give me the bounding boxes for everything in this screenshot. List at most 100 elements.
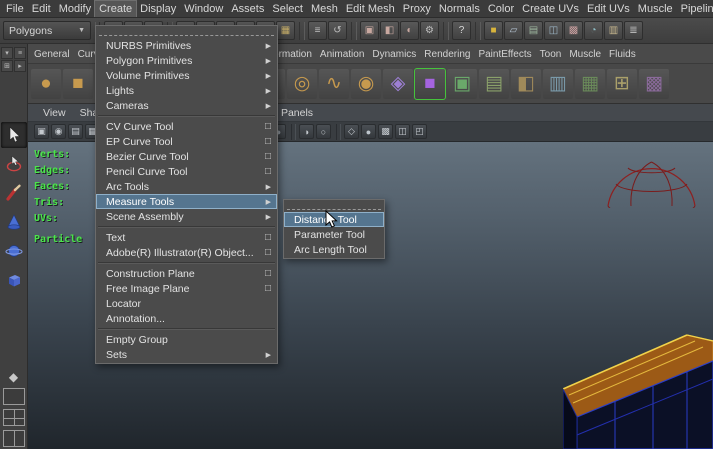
shelf-tab-toon[interactable]: Toon <box>536 46 566 63</box>
lock-icon[interactable]: ■ <box>484 21 503 40</box>
sliders-icon[interactable]: ≣ <box>624 21 643 40</box>
select-camera-icon[interactable]: ▣ <box>34 124 49 139</box>
menu-item-cv-curve-tool[interactable]: CV Curve Tool □ <box>96 119 277 134</box>
ambient-occlusion-icon[interactable]: ○ <box>316 124 331 139</box>
poly-combine-icon[interactable]: ▦ <box>575 68 605 99</box>
menubar-item-display[interactable]: Display <box>136 1 180 17</box>
render-settings-icon[interactable]: ⚙ <box>420 21 439 40</box>
menu-item-empty-group[interactable]: Empty Group <box>96 332 277 347</box>
menu-item-ep-curve-tool[interactable]: EP Curve Tool □ <box>96 134 277 149</box>
move-tool[interactable] <box>1 209 27 235</box>
poly-merge-icon[interactable]: ▩ <box>639 68 669 99</box>
panel-menu-view[interactable]: View <box>36 107 73 119</box>
menu-tearoff-handle[interactable] <box>287 202 381 210</box>
menu-item-arc-length-tool[interactable]: Arc Length Tool <box>284 242 384 257</box>
shelf-tab-toggle-icon[interactable]: ▾ <box>1 47 13 59</box>
lasso-select-tool[interactable] <box>1 151 27 177</box>
shelf-menu-icon[interactable]: ≡ <box>14 47 26 59</box>
menu-item-volume-primitives[interactable]: Volume Primitives ▶ <box>96 68 277 83</box>
menubar-item-proxy[interactable]: Proxy <box>399 1 435 17</box>
polygon-box-object[interactable] <box>563 301 713 449</box>
menu-item-sets[interactable]: Sets ▶ <box>96 347 277 362</box>
highlight-selection-icon[interactable]: ▩ <box>564 21 583 40</box>
shelf-tab-painteffects[interactable]: PaintEffects <box>474 46 535 63</box>
construction-history-icon[interactable]: ↺ <box>328 21 347 40</box>
menu-set-selector[interactable]: Polygons ▼ <box>3 21 91 40</box>
scale-tool[interactable] <box>1 267 27 293</box>
polygon-sphere-icon[interactable]: ● <box>31 68 61 99</box>
shelf-tab-rendering[interactable]: Rendering <box>420 46 474 63</box>
option-box[interactable]: □ <box>265 283 271 294</box>
volume-cube-icon[interactable]: ■ <box>414 67 446 100</box>
poly-extrude-icon[interactable]: ▤ <box>479 68 509 99</box>
rotate-tool[interactable] <box>1 238 27 264</box>
soft-select-icon[interactable]: ◔ <box>584 21 603 40</box>
option-box[interactable]: □ <box>265 136 271 147</box>
wireframe-mode-icon[interactable]: ◇ <box>344 124 359 139</box>
menu-item-pencil-curve-tool[interactable]: Pencil Curve Tool □ <box>96 164 277 179</box>
input-connections-icon[interactable]: ≡ <box>308 21 327 40</box>
shelf-expand-icon[interactable]: ▸ <box>14 60 26 72</box>
snap-to-view-plane-icon[interactable]: ▦ <box>276 21 295 40</box>
menu-item-text[interactable]: Text □ <box>96 230 277 245</box>
reflection-icon[interactable]: ▥ <box>604 21 623 40</box>
render-current-frame-icon[interactable]: ◧ <box>380 21 399 40</box>
camera-attributes-icon[interactable]: ◉ <box>51 124 66 139</box>
polygon-helix-icon[interactable]: ∿ <box>319 68 349 99</box>
help-icon[interactable]: ? <box>452 21 471 40</box>
menu-item-measure-tools[interactable]: Measure Tools ▶ <box>96 194 277 209</box>
menu-item-scene-assembly[interactable]: Scene Assembly ▶ <box>96 209 277 224</box>
menu-item-bezier-curve-tool[interactable]: Bezier Curve Tool □ <box>96 149 277 164</box>
poly-bridge-icon[interactable]: ▥ <box>543 68 573 99</box>
xray-mode-icon[interactable]: ◫ <box>395 124 410 139</box>
sculpt-geometry-icon[interactable]: ▣ <box>447 68 477 99</box>
menu-tearoff-handle[interactable] <box>99 28 274 36</box>
menubar-item-create-uvs[interactable]: Create UVs <box>518 1 583 17</box>
shelf-tab-animation[interactable]: Animation <box>316 46 368 63</box>
polygon-pipe-icon[interactable]: ◎ <box>287 68 317 99</box>
menu-item-polygon-primitives[interactable]: Polygon Primitives ▶ <box>96 53 277 68</box>
wireframe-sphere-object[interactable] <box>604 148 699 208</box>
menu-item-arc-tools[interactable]: Arc Tools ▶ <box>96 179 277 194</box>
option-box[interactable]: □ <box>265 166 271 177</box>
menubar-item-mesh[interactable]: Mesh <box>307 1 342 17</box>
menubar-item-edit-mesh[interactable]: Edit Mesh <box>342 1 399 17</box>
menu-item-construction-plane[interactable]: Construction Plane □ <box>96 266 277 281</box>
menu-item-lights[interactable]: Lights ▶ <box>96 83 277 98</box>
menubar-item-pipeline-ca[interactable]: Pipeline Ca <box>677 1 713 17</box>
menubar-item-file[interactable]: File <box>2 1 28 17</box>
menubar-item-edit-uvs[interactable]: Edit UVs <box>583 1 634 17</box>
menubar-item-create[interactable]: Create <box>94 0 138 17</box>
shelf-tab-muscle[interactable]: Muscle <box>565 46 605 63</box>
textured-mode-icon[interactable]: ▩ <box>378 124 393 139</box>
menu-item-adobe-r-illustrator-r-object[interactable]: Adobe(R) Illustrator(R) Object... □ <box>96 245 277 260</box>
menu-item-parameter-tool[interactable]: Parameter Tool <box>284 227 384 242</box>
smooth-shade-mode-icon[interactable]: ● <box>361 124 376 139</box>
option-box[interactable]: □ <box>265 121 271 132</box>
shadows-toggle-icon[interactable]: ◑ <box>299 124 314 139</box>
menu-item-locator[interactable]: Locator <box>96 296 277 311</box>
polygon-soccer-ball-icon[interactable]: ◉ <box>351 68 381 99</box>
layout-single-pane-button[interactable] <box>2 388 25 405</box>
paint-select-tool[interactable] <box>1 180 27 206</box>
menu-item-free-image-plane[interactable]: Free Image Plane □ <box>96 281 277 296</box>
soft-mod-icon[interactable]: ◆ <box>9 370 18 384</box>
option-box[interactable]: □ <box>265 232 271 243</box>
menubar-item-assets[interactable]: Assets <box>227 1 268 17</box>
shelf-tab-general[interactable]: General <box>30 46 74 63</box>
menu-item-annotation[interactable]: Annotation... <box>96 311 277 326</box>
option-box[interactable]: □ <box>265 268 271 279</box>
bookmarks-icon[interactable]: ▤ <box>68 124 83 139</box>
selection-masks-icon[interactable]: ▤ <box>524 21 543 40</box>
menubar-item-color[interactable]: Color <box>484 1 518 17</box>
menubar-item-window[interactable]: Window <box>180 1 227 17</box>
menubar-item-modify[interactable]: Modify <box>55 1 95 17</box>
isolate-select-icon[interactable]: ◰ <box>412 124 427 139</box>
paint-effects-icon[interactable]: ▱ <box>504 21 523 40</box>
menubar-item-edit[interactable]: Edit <box>28 1 55 17</box>
menu-item-cameras[interactable]: Cameras ▶ <box>96 98 277 113</box>
menubar-item-select[interactable]: Select <box>268 1 307 17</box>
menu-item-nurbs-primitives[interactable]: NURBS Primitives ▶ <box>96 38 277 53</box>
menubar-item-muscle[interactable]: Muscle <box>634 1 677 17</box>
select-tool[interactable] <box>0 122 27 148</box>
